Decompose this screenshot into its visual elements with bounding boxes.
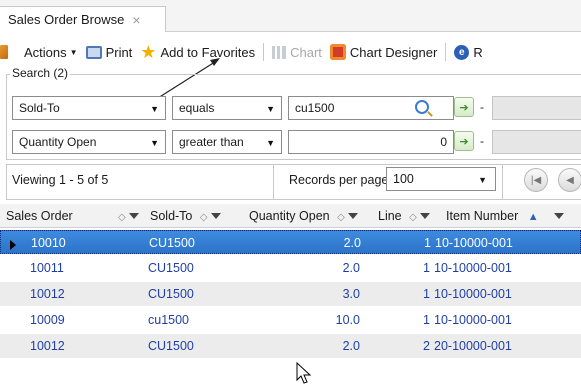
cell-line: 2 <box>423 339 430 353</box>
cell-quantity-open: 10.0 <box>335 313 360 327</box>
field-select-value: Sold-To <box>19 101 60 115</box>
operator-select-value: greater than <box>179 135 244 149</box>
cell-quantity-open: 3.0 <box>342 287 360 301</box>
cell-sold-to: cu1500 <box>148 313 190 327</box>
filter-icon[interactable] <box>419 212 430 219</box>
filter-icon[interactable] <box>554 212 565 219</box>
records-per-page-value: 100 <box>393 172 414 186</box>
column-header-item-number[interactable]: Item Number ▲ <box>446 209 565 223</box>
sort-icon[interactable]: ◇ <box>118 212 126 223</box>
cell-item-number: 10-10000-001 <box>434 313 512 327</box>
grid-header: Sales Order ◇ Sold-To ◇ Quantity Open ◇ … <box>0 204 581 228</box>
value-input-1[interactable]: cu1500 <box>288 96 454 120</box>
cell-item-number: 10-10000-001 <box>435 236 513 250</box>
range-dash: - <box>480 134 484 148</box>
range-dash: - <box>480 100 484 114</box>
viewing-count: Viewing 1 - 5 of 5 <box>12 173 109 187</box>
value-input-2[interactable]: 0 <box>288 130 454 154</box>
cell-line: 1 <box>423 287 430 301</box>
apply-filter-button[interactable]: ➔ <box>454 97 474 117</box>
column-header-sold-to[interactable]: Sold-To ◇ <box>150 209 221 223</box>
value-input-text: cu1500 <box>295 101 335 115</box>
cell-quantity-open: 2.0 <box>342 339 360 353</box>
cell-line: 1 <box>424 236 431 250</box>
field-select-1[interactable]: Sold-To ▼ <box>12 96 166 120</box>
sort-icon[interactable]: ◇ <box>409 212 417 223</box>
dropdown-arrow-icon: ▼ <box>266 138 275 148</box>
column-header-sales-order[interactable]: Sales Order <box>6 209 73 223</box>
operator-select-2[interactable]: greater than ▼ <box>172 130 282 154</box>
dropdown-arrow-icon: ▼ <box>266 104 275 114</box>
current-row-indicator-icon <box>10 240 16 250</box>
cell-sold-to: CU1500 <box>149 236 195 250</box>
value-input-text: 0 <box>440 135 447 149</box>
cell-sales-order: 10009 <box>30 313 65 327</box>
cell-sales-order: 10011 <box>30 261 64 275</box>
sort-icon[interactable]: ◇ <box>337 212 345 223</box>
cell-item-number: 20-10000-001 <box>434 339 512 353</box>
range-to-input-2 <box>492 130 581 154</box>
cell-quantity-open: 2.0 <box>342 261 360 275</box>
filter-icon[interactable] <box>347 212 358 219</box>
table-row[interactable]: 10012 CU1500 3.0 1 10-10000-001 <box>0 282 581 306</box>
previous-page-button[interactable]: ◀ <box>558 168 581 192</box>
field-select-value: Quantity Open <box>19 135 97 149</box>
lookup-search-icon[interactable] <box>415 100 429 114</box>
cell-sold-to: CU1500 <box>148 339 194 353</box>
column-controls: ◇ <box>114 209 139 223</box>
records-per-page-select[interactable]: 100 ▼ <box>386 167 496 191</box>
table-row[interactable]: 10011 CU1500 2.0 1 10-10000-001 <box>0 256 581 280</box>
previous-page-icon: ◀ <box>566 174 574 186</box>
first-page-button[interactable]: |◀ <box>524 168 548 192</box>
column-header-line[interactable]: Line ◇ <box>378 209 430 223</box>
field-select-2[interactable]: Quantity Open ▼ <box>12 130 166 154</box>
dropdown-arrow-icon: ▼ <box>150 104 159 114</box>
column-header-quantity-open[interactable]: Quantity Open ◇ <box>249 209 358 223</box>
cell-quantity-open: 2.0 <box>343 236 361 250</box>
filter-icon[interactable] <box>128 212 139 219</box>
cell-sales-order: 10012 <box>30 287 65 301</box>
table-row[interactable]: 10010 CU1500 2.0 1 10-10000-001 <box>0 230 581 254</box>
apply-filter-button[interactable]: ➔ <box>454 131 474 151</box>
cell-sold-to: CU1500 <box>148 261 194 275</box>
filter-icon[interactable] <box>210 212 221 219</box>
search-legend: Search (2) <box>10 66 71 80</box>
operator-select-value: equals <box>179 101 215 115</box>
sort-ascending-icon[interactable]: ▲ <box>528 211 539 223</box>
mouse-cursor-icon <box>296 362 312 384</box>
cell-sales-order: 10010 <box>31 236 66 250</box>
operator-select-1[interactable]: equals ▼ <box>172 96 282 120</box>
dropdown-arrow-icon: ▼ <box>150 138 159 148</box>
cell-item-number: 10-10000-001 <box>434 261 512 275</box>
cell-line: 1 <box>423 313 430 327</box>
sort-icon[interactable]: ◇ <box>200 212 208 223</box>
records-per-page-label: Records per page: <box>289 173 392 187</box>
dropdown-arrow-icon: ▼ <box>478 175 487 185</box>
cell-line: 1 <box>423 261 430 275</box>
cell-sold-to: CU1500 <box>148 287 194 301</box>
range-to-input-1 <box>492 96 581 120</box>
cell-sales-order: 10012 <box>30 339 65 353</box>
first-page-icon: |◀ <box>530 174 542 186</box>
cell-item-number: 10-10000-001 <box>434 287 512 301</box>
table-row[interactable]: 10009 cu1500 10.0 1 10-10000-001 <box>0 308 581 332</box>
table-row[interactable]: 10012 CU1500 2.0 2 20-10000-001 <box>0 334 581 358</box>
